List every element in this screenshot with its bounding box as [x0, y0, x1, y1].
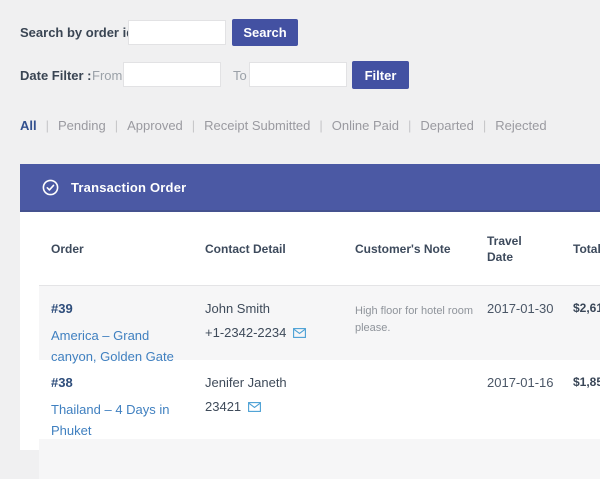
table-row: #38 Thailand – 4 Days in Phuket Jenifer … — [39, 360, 600, 439]
envelope-icon[interactable] — [248, 401, 262, 412]
tab-separator: | — [482, 118, 487, 133]
filter-button[interactable]: Filter — [352, 61, 409, 89]
check-circle-icon — [42, 179, 59, 196]
order-cell: #38 Thailand – 4 Days in Phuket — [39, 375, 205, 441]
tab-departed[interactable]: Departed — [420, 118, 473, 133]
customer-note — [355, 375, 473, 377]
column-header-order: Order — [51, 241, 84, 256]
column-header-contact-detail: Contact Detail — [205, 241, 286, 256]
contact-phone: 23421 — [205, 399, 355, 414]
orders-table: Order Contact Detail Customer's Note Tra… — [39, 212, 600, 479]
date-from-input[interactable] — [123, 62, 221, 87]
search-input[interactable] — [128, 20, 226, 45]
date-to-input[interactable] — [249, 62, 347, 87]
contact-cell: John Smith +1-2342-2234 — [205, 301, 355, 340]
tab-pending[interactable]: Pending — [58, 118, 106, 133]
order-cell: #39 America – Grand canyon, Golden Gate — [39, 301, 205, 367]
contact-phone: +1-2342-2234 — [205, 325, 355, 340]
order-total: $2,616 — [573, 301, 600, 315]
contact-cell: Jenifer Janeth 23421 — [205, 375, 355, 414]
order-id-link[interactable]: #38 — [51, 375, 205, 390]
column-header-customers-note: Customer's Note — [355, 241, 451, 256]
from-label: From — [92, 68, 123, 83]
tab-all[interactable]: All — [20, 118, 37, 133]
column-header-total: Total — [573, 241, 600, 256]
tab-rejected[interactable]: Rejected — [495, 118, 546, 133]
contact-name: Jenifer Janeth — [205, 375, 287, 390]
date-filter-label: Date Filter : — [20, 68, 92, 83]
search-button[interactable]: Search — [232, 19, 298, 46]
tab-separator: | — [114, 118, 119, 133]
tab-receipt-submitted[interactable]: Receipt Submitted — [204, 118, 310, 133]
order-title-link[interactable]: America – Grand canyon, Golden Gate — [51, 325, 191, 367]
transaction-order-panel: Transaction Order Order Contact Detail C… — [20, 164, 600, 479]
tab-online-paid[interactable]: Online Paid — [332, 118, 399, 133]
tab-separator: | — [191, 118, 196, 133]
tab-separator: | — [319, 118, 323, 133]
to-label: To — [233, 68, 247, 83]
table-row — [39, 439, 600, 479]
search-by-order-id-label: Search by order id : — [20, 25, 143, 40]
tab-approved[interactable]: Approved — [127, 118, 183, 133]
tab-separator: | — [45, 118, 50, 133]
panel-header-bar: Transaction Order — [20, 164, 600, 212]
contact-name: John Smith — [205, 301, 271, 316]
column-header-travel-date: Travel Date — [487, 233, 522, 264]
table-header-row: Order Contact Detail Customer's Note Tra… — [39, 212, 600, 286]
travel-date: 2017-01-16 — [487, 375, 554, 390]
tab-separator: | — [408, 118, 412, 133]
status-tabs: All | Pending | Approved | Receipt Submi… — [20, 118, 547, 133]
order-total: $1,853 — [573, 375, 600, 389]
order-id-link[interactable]: #39 — [51, 301, 205, 316]
order-title-link[interactable]: Thailand – 4 Days in Phuket — [51, 399, 191, 441]
panel-title: Transaction Order — [71, 179, 187, 195]
travel-date: 2017-01-30 — [487, 301, 554, 316]
customer-note: High floor for hotel room please. — [355, 305, 473, 334]
table-row: #39 America – Grand canyon, Golden Gate … — [39, 286, 600, 364]
envelope-icon[interactable] — [293, 327, 307, 338]
